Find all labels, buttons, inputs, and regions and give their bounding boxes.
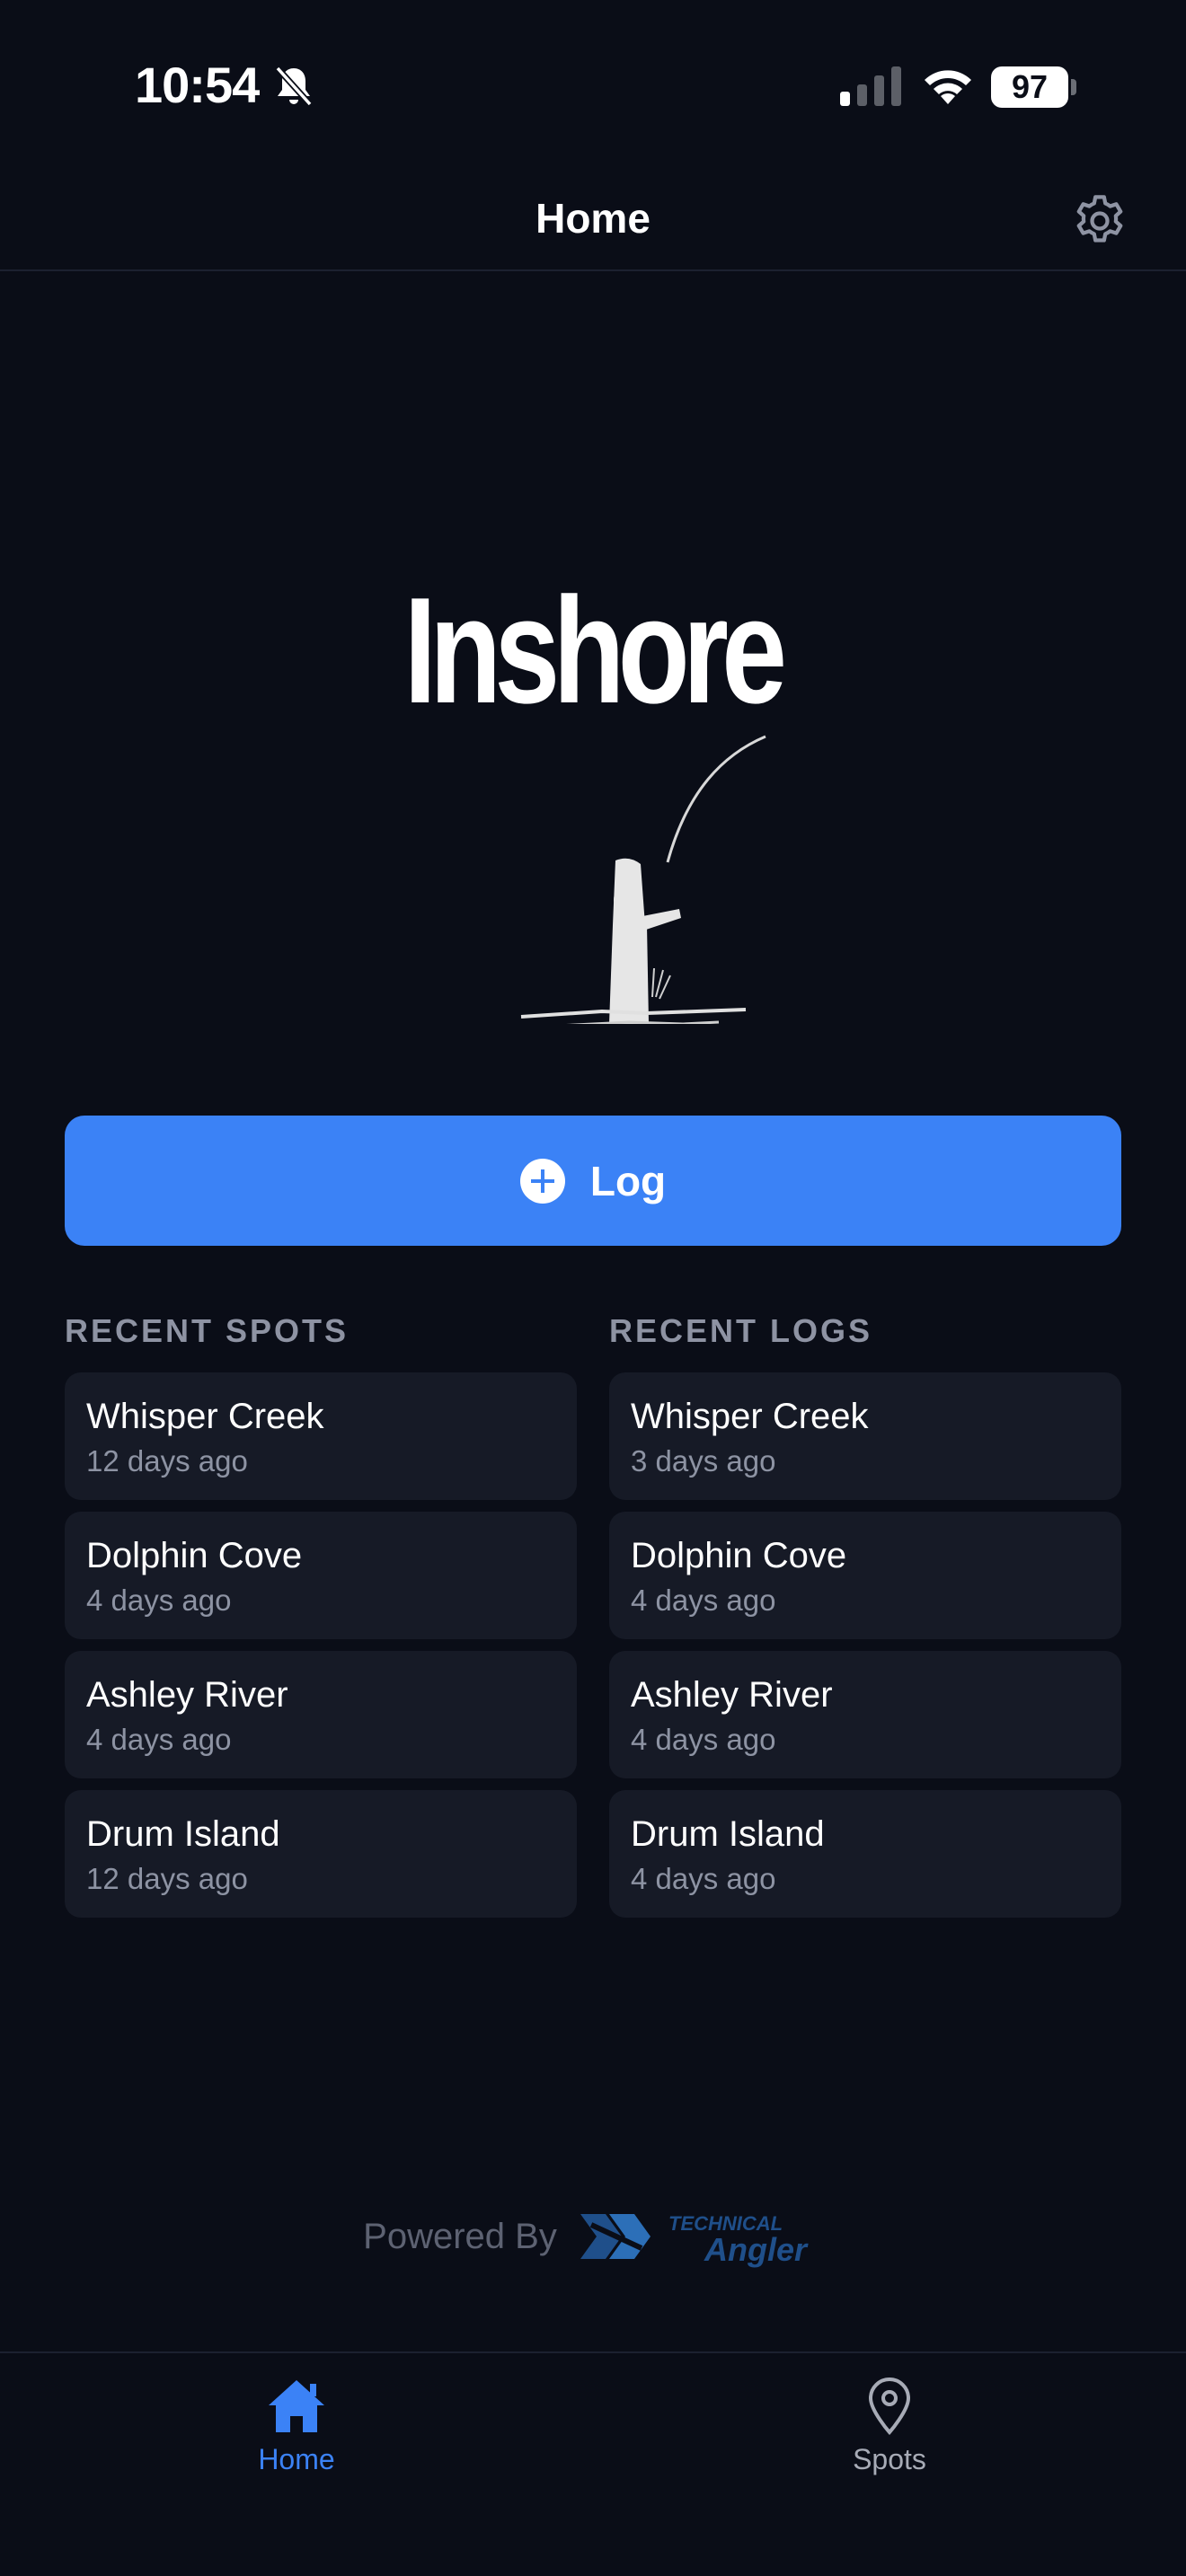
log-spot-name: Ashley River xyxy=(631,1675,833,1715)
angler-silhouette-icon xyxy=(520,735,766,1024)
nav-header: Home xyxy=(0,153,1186,271)
spot-time: 12 days ago xyxy=(86,1444,248,1478)
log-card[interactable]: Whisper Creek 3 days ago xyxy=(609,1372,1121,1500)
log-spot-name: Drum Island xyxy=(631,1814,825,1854)
home-icon xyxy=(269,2380,324,2432)
spot-card[interactable]: Whisper Creek 12 days ago xyxy=(65,1372,577,1500)
tab-spots[interactable]: Spots xyxy=(773,2375,1006,2476)
log-time: 4 days ago xyxy=(631,1862,776,1895)
powered-by-text: Powered By xyxy=(363,2216,557,2256)
spot-time: 4 days ago xyxy=(86,1584,232,1617)
log-button-label: Log xyxy=(589,1157,667,1204)
spot-name: Ashley River xyxy=(86,1675,288,1715)
spot-card[interactable]: Dolphin Cove 4 days ago xyxy=(65,1512,577,1639)
log-button[interactable]: Log xyxy=(65,1116,1121,1246)
recent-spots-header: RECENT SPOTS xyxy=(65,1312,350,1349)
log-card[interactable]: Dolphin Cove 4 days ago xyxy=(609,1512,1121,1639)
spot-name: Whisper Creek xyxy=(86,1397,324,1436)
tab-home[interactable]: Home xyxy=(180,2375,413,2476)
technical-angler-logo: TECHNICAL Angler xyxy=(580,2212,809,2268)
tab-home-label: Home xyxy=(258,2443,335,2475)
log-card[interactable]: Drum Island 4 days ago xyxy=(609,1790,1121,1918)
spot-time: 12 days ago xyxy=(86,1862,248,1895)
cellular-signal-icon xyxy=(840,66,901,106)
recent-logs-header: RECENT LOGS xyxy=(609,1312,873,1349)
recent-logs-section: RECENT LOGS Whisper Creek 3 days ago Dol… xyxy=(609,1311,1121,1929)
spot-name: Dolphin Cove xyxy=(86,1536,303,1575)
battery-level: 97 xyxy=(991,66,1068,108)
brand-line2: Angler xyxy=(704,2231,809,2268)
spot-time: 4 days ago xyxy=(86,1723,232,1756)
map-pin-icon xyxy=(868,2378,911,2436)
log-time: 3 days ago xyxy=(631,1444,776,1478)
app-logo: Inshore xyxy=(359,575,827,1024)
page-title: Home xyxy=(535,195,651,242)
bell-off-icon xyxy=(275,66,313,107)
log-spot-name: Dolphin Cove xyxy=(631,1536,847,1575)
spot-card[interactable]: Drum Island 12 days ago xyxy=(65,1790,577,1918)
status-bar: 10:54 97 xyxy=(0,0,1186,153)
tab-bar: Home Spots xyxy=(0,2351,1186,2576)
wifi-icon xyxy=(925,70,971,104)
powered-by-footer: Powered By TECHNICAL Angler xyxy=(0,2201,1186,2272)
recent-spots-section: RECENT SPOTS Whisper Creek 12 days ago D… xyxy=(65,1311,577,1929)
plus-circle-icon xyxy=(519,1158,565,1204)
home-screen: 10:54 97 Home Inshore Log RECENT SPOTS W… xyxy=(0,0,1186,2576)
spot-card[interactable]: Ashley River 4 days ago xyxy=(65,1651,577,1778)
log-time: 4 days ago xyxy=(631,1723,776,1756)
log-card[interactable]: Ashley River 4 days ago xyxy=(609,1651,1121,1778)
tab-spots-label: Spots xyxy=(853,2443,926,2475)
settings-gear-icon[interactable] xyxy=(1069,190,1130,251)
spot-name: Drum Island xyxy=(86,1814,280,1854)
log-time: 4 days ago xyxy=(631,1584,776,1617)
log-spot-name: Whisper Creek xyxy=(631,1397,869,1436)
status-time: 10:54 xyxy=(135,57,260,113)
battery-icon: 97 xyxy=(991,66,1077,108)
